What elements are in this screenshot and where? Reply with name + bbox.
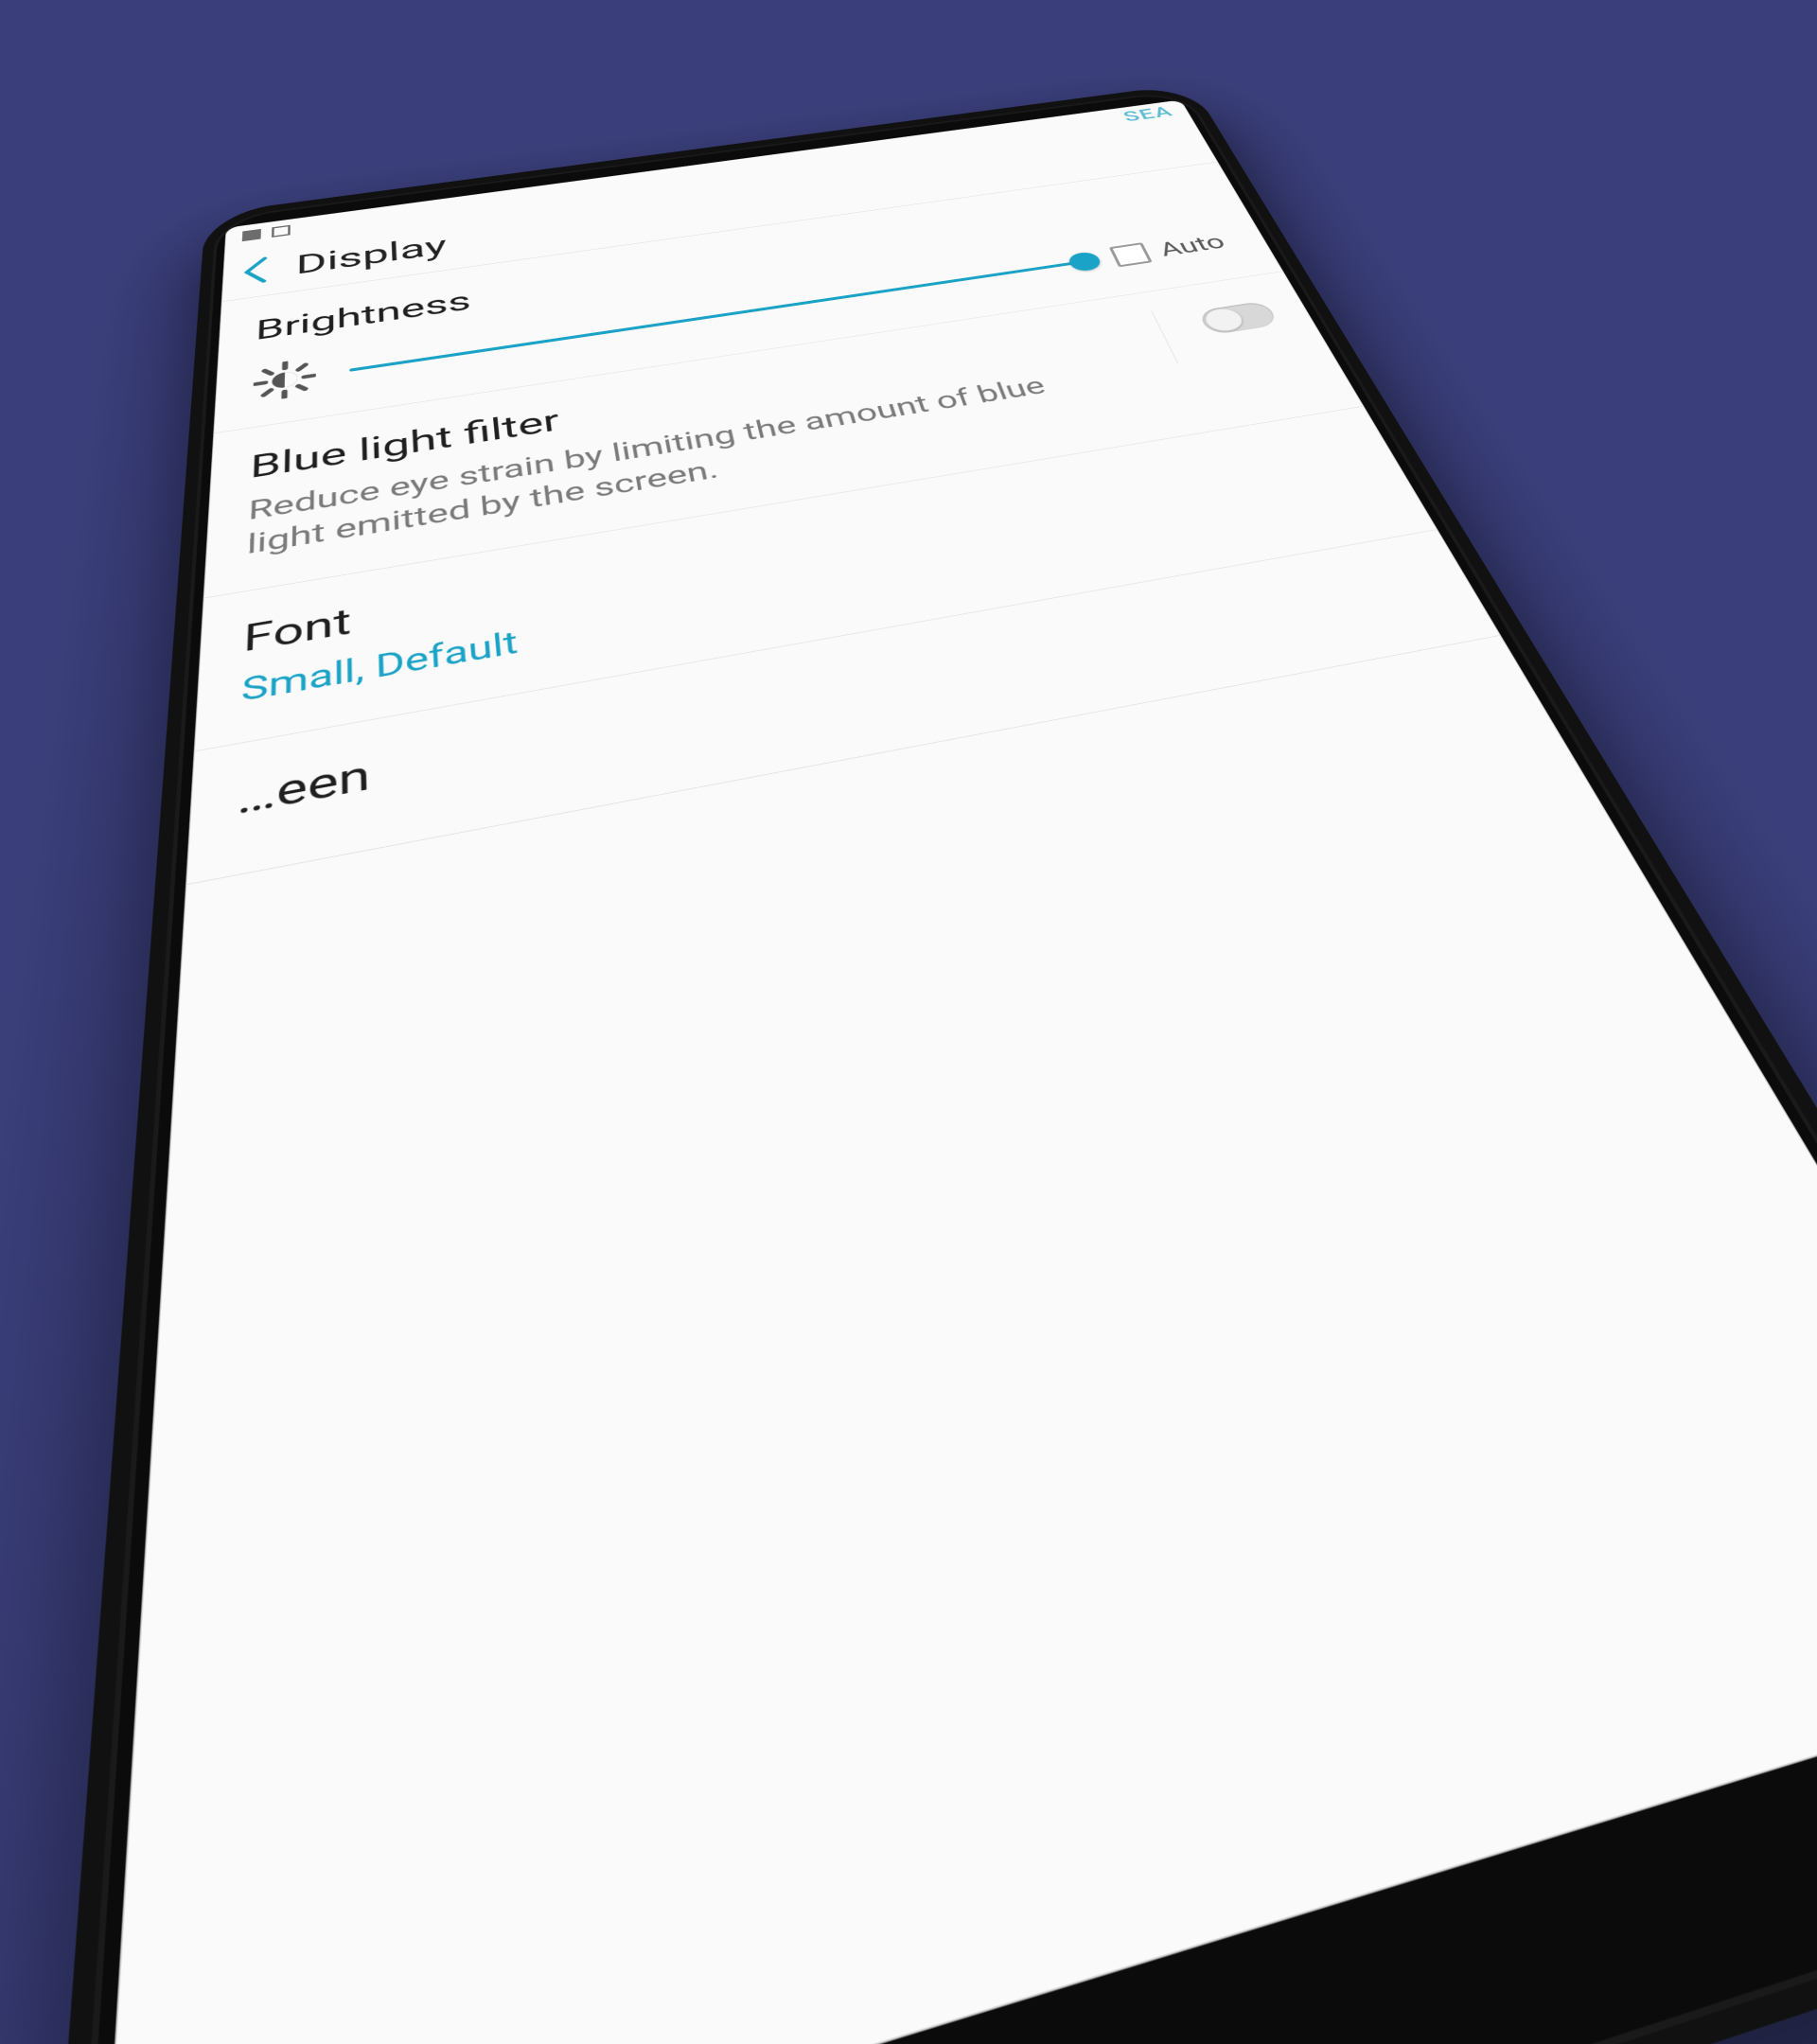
auto-label: Auto [1155, 231, 1230, 261]
blue-light-toggle[interactable] [1197, 301, 1279, 336]
back-icon[interactable] [239, 255, 273, 287]
inline-divider [1151, 311, 1178, 364]
screen: SEA Display Brightness [100, 100, 1817, 2044]
brightness-icon [253, 358, 316, 404]
auto-brightness[interactable]: Auto [1109, 231, 1229, 268]
phone-frame: SEA Display Brightness [26, 83, 1817, 2044]
status-icon-app [242, 229, 261, 241]
status-icon-sd [272, 225, 291, 238]
toggle-knob [1201, 307, 1247, 333]
auto-checkbox[interactable] [1109, 242, 1153, 267]
brightness-label: Brightness [255, 286, 472, 347]
slider-thumb[interactable] [1067, 251, 1104, 273]
